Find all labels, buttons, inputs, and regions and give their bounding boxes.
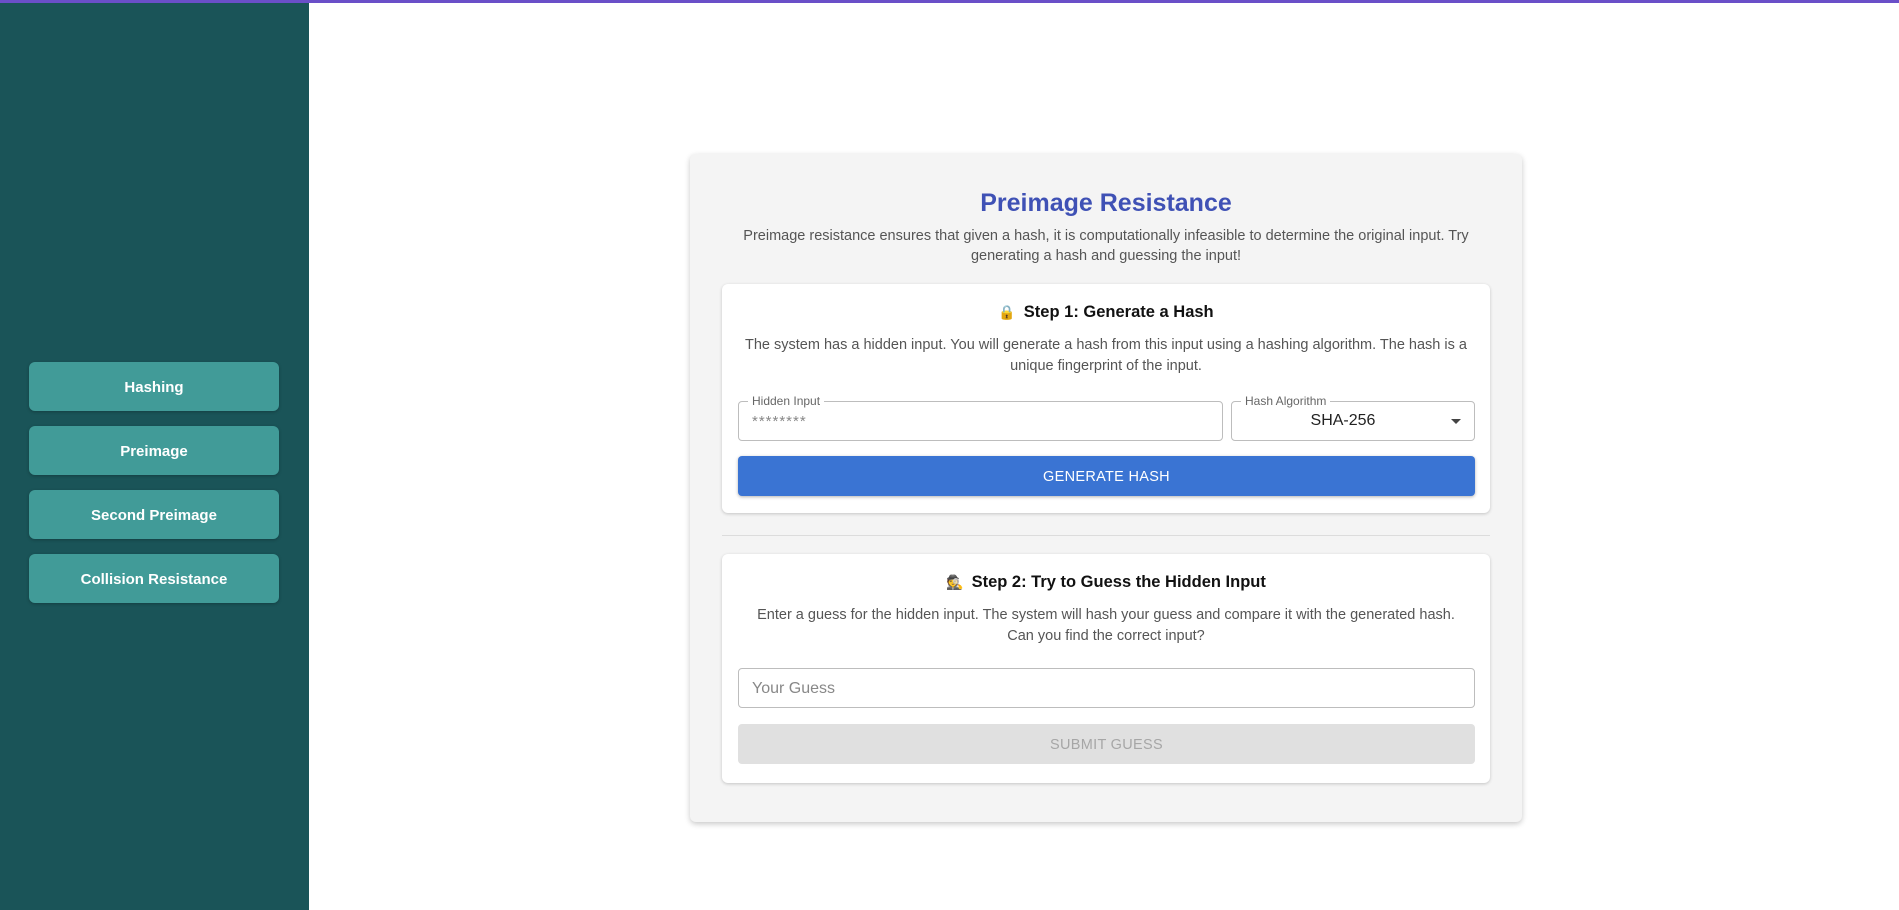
preimage-panel: Preimage Resistance Preimage resistance … xyxy=(690,154,1522,822)
page-title: Preimage Resistance xyxy=(980,189,1232,217)
step2-heading: 🕵 Step 2: Try to Guess the Hidden Input xyxy=(722,573,1490,592)
hidden-input-label: Hidden Input xyxy=(748,394,825,408)
submit-guess-button[interactable]: SUBMIT GUESS xyxy=(738,724,1475,764)
detective-icon: 🕵 xyxy=(946,574,964,590)
guess-input[interactable]: Your Guess xyxy=(738,668,1475,708)
nav-button-hashing[interactable]: Hashing xyxy=(29,362,279,411)
generate-hash-button[interactable]: GENERATE HASH xyxy=(738,456,1475,496)
lock-icon: 🔒 xyxy=(998,304,1016,320)
chevron-down-icon xyxy=(1451,419,1461,424)
hash-algorithm-select[interactable]: Hash Algorithm SHA-256 xyxy=(1231,394,1475,441)
hidden-input-field[interactable]: Hidden Input ******** xyxy=(738,394,1223,441)
step1-description: The system has a hidden input. You will … xyxy=(745,337,1467,374)
hidden-input-value: ******** xyxy=(752,413,807,430)
sidebar: Hashing Preimage Second Preimage Collisi… xyxy=(0,3,309,910)
section-divider xyxy=(722,535,1490,536)
nav-button-second-preimage[interactable]: Second Preimage xyxy=(29,490,279,539)
guess-placeholder: Your Guess xyxy=(752,680,836,697)
hash-algorithm-value: SHA-256 xyxy=(1310,412,1376,429)
sidebar-nav: Hashing Preimage Second Preimage Collisi… xyxy=(29,362,279,618)
page-description: Preimage resistance ensures that given a… xyxy=(743,228,1469,264)
step2-heading-text: Step 2: Try to Guess the Hidden Input xyxy=(971,573,1266,591)
hash-algorithm-label: Hash Algorithm xyxy=(1241,394,1331,408)
nav-button-collision-resistance[interactable]: Collision Resistance xyxy=(29,554,279,603)
step1-heading-text: Step 1: Generate a Hash xyxy=(1023,303,1214,321)
step1-heading: 🔒 Step 1: Generate a Hash xyxy=(722,303,1490,322)
step1-card: 🔒 Step 1: Generate a Hash The system has … xyxy=(722,284,1490,513)
step2-description: Enter a guess for the hidden input. The … xyxy=(757,607,1455,644)
nav-button-preimage[interactable]: Preimage xyxy=(29,426,279,475)
step2-card: 🕵 Step 2: Try to Guess the Hidden Input E… xyxy=(722,554,1490,783)
